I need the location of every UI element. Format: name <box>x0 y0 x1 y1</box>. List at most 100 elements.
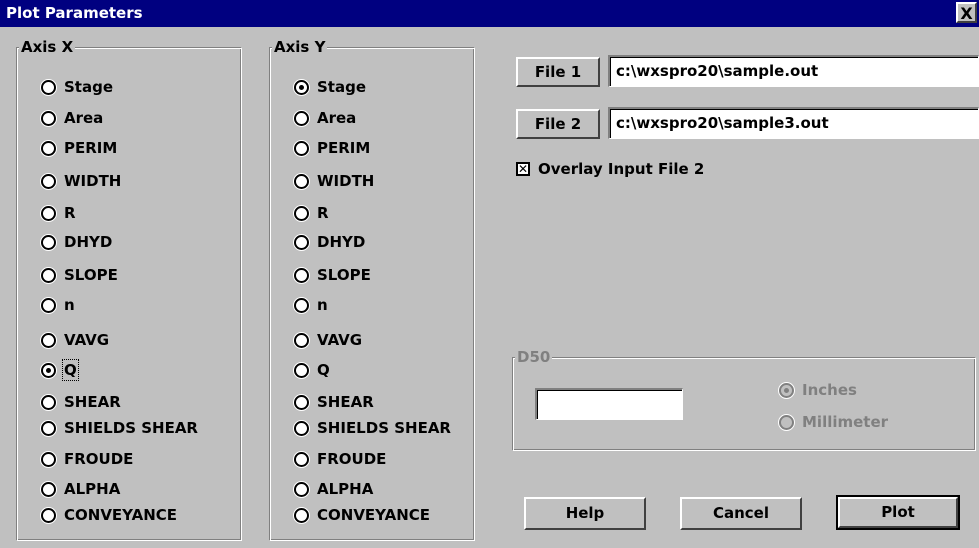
radio-option[interactable]: ALPHA <box>294 478 373 500</box>
close-button[interactable]: X <box>956 2 977 23</box>
d50-input[interactable] <box>535 388 683 420</box>
window-title: Plot Parameters <box>6 4 143 22</box>
radio-option-label: WIDTH <box>317 172 375 190</box>
radio-icon <box>41 205 56 221</box>
radio-icon <box>41 110 56 126</box>
cancel-button[interactable]: Cancel <box>680 497 802 530</box>
radio-option-label: SHEAR <box>317 393 374 411</box>
radio-option-label: n <box>317 296 328 314</box>
radio-option-label: WIDTH <box>64 172 122 190</box>
radio-option-label: FROUDE <box>317 450 387 468</box>
radio-option-label: ALPHA <box>317 480 374 498</box>
radio-option[interactable]: WIDTH <box>41 170 121 192</box>
radio-option[interactable]: SHIELDS SHEAR <box>41 417 198 439</box>
file1-button[interactable]: File 1 <box>516 57 600 87</box>
radio-option[interactable]: Q <box>41 359 79 381</box>
radio-option-label: SLOPE <box>317 266 371 284</box>
radio-option[interactable]: SLOPE <box>41 264 118 286</box>
radio-icon <box>41 79 56 95</box>
radio-icon <box>294 507 309 523</box>
radio-option[interactable]: PERIM <box>41 137 117 159</box>
radio-icon <box>41 267 56 283</box>
radio-option-label: Q <box>317 361 330 379</box>
millimeter-label: Millimeter <box>802 413 889 431</box>
radio-option[interactable]: Q <box>294 359 330 381</box>
file2-button[interactable]: File 2 <box>516 109 600 139</box>
radio-icon <box>41 507 56 523</box>
radio-option[interactable]: SHIELDS SHEAR <box>294 417 451 439</box>
radio-option-label: Area <box>64 109 104 127</box>
radio-option-label: DHYD <box>64 233 113 251</box>
overlay-label: Overlay Input File 2 <box>538 160 705 178</box>
radio-option[interactable]: Stage <box>294 76 366 98</box>
radio-option-label: SHIELDS SHEAR <box>317 419 451 437</box>
checkbox-check-icon: ✕ <box>516 162 530 176</box>
radio-icon <box>41 140 56 156</box>
inches-radio[interactable]: Inches <box>779 379 857 401</box>
radio-option[interactable]: R <box>41 202 76 224</box>
inches-label: Inches <box>802 381 857 399</box>
radio-option-label: DHYD <box>317 233 366 251</box>
file1-path-field[interactable]: c:\wxspro20\sample.out <box>608 55 979 87</box>
d50-legend: D50 <box>515 348 553 366</box>
radio-option[interactable]: R <box>294 202 329 224</box>
radio-option[interactable]: SHEAR <box>41 391 121 413</box>
plot-button[interactable]: Plot <box>836 495 960 530</box>
radio-icon <box>294 394 309 410</box>
radio-icon <box>294 173 309 189</box>
radio-option[interactable]: PERIM <box>294 137 370 159</box>
radio-option-label: PERIM <box>64 139 118 157</box>
radio-option[interactable]: n <box>294 294 328 316</box>
radio-option[interactable]: DHYD <box>41 231 112 253</box>
radio-option[interactable]: VAVG <box>41 329 109 351</box>
file2-path-field[interactable]: c:\wxspro20\sample3.out <box>608 107 979 139</box>
radio-icon <box>41 362 56 378</box>
axis-x-group: Axis X Stage Area PERIM WIDTH R DHYD SLOPE n VAV… <box>16 38 242 541</box>
radio-icon <box>294 79 309 95</box>
radio-icon <box>41 394 56 410</box>
radio-option[interactable]: VAVG <box>294 329 362 351</box>
radio-option[interactable]: CONVEYANCE <box>41 504 177 526</box>
radio-option[interactable]: SLOPE <box>294 264 371 286</box>
radio-icon <box>779 382 794 398</box>
radio-option-label: ALPHA <box>64 480 121 498</box>
radio-option[interactable]: FROUDE <box>294 448 386 470</box>
radio-option[interactable]: DHYD <box>294 231 365 253</box>
radio-icon <box>294 362 309 378</box>
radio-option-label: CONVEYANCE <box>64 506 178 524</box>
radio-option[interactable]: SHEAR <box>294 391 374 413</box>
help-button[interactable]: Help <box>524 497 646 530</box>
radio-option-label: Stage <box>317 78 367 96</box>
title-bar: Plot Parameters X <box>0 0 979 27</box>
radio-option-label: CONVEYANCE <box>317 506 431 524</box>
radio-option-label: Q <box>62 359 79 381</box>
radio-option[interactable]: WIDTH <box>294 170 374 192</box>
overlay-checkbox[interactable]: ✕ Overlay Input File 2 <box>516 160 704 178</box>
radio-option[interactable]: Stage <box>41 76 113 98</box>
radio-option[interactable]: ALPHA <box>41 478 120 500</box>
radio-option-label: SLOPE <box>64 266 118 284</box>
radio-icon <box>294 481 309 497</box>
radio-option[interactable]: FROUDE <box>41 448 133 470</box>
radio-icon <box>41 451 56 467</box>
radio-option[interactable]: CONVEYANCE <box>294 504 430 526</box>
radio-icon <box>41 297 56 313</box>
radio-icon <box>41 234 56 250</box>
axis-y-legend: Axis Y <box>272 38 328 56</box>
radio-icon <box>294 234 309 250</box>
radio-option-label: Stage <box>64 78 114 96</box>
d50-group: D50 Inches Millimeter <box>512 348 976 451</box>
radio-option-label: PERIM <box>317 139 371 157</box>
radio-option-label: Area <box>317 109 357 127</box>
radio-option-label: n <box>64 296 75 314</box>
radio-icon <box>294 110 309 126</box>
axis-x-legend: Axis X <box>19 38 76 56</box>
radio-option[interactable]: Area <box>294 107 356 129</box>
radio-icon <box>41 173 56 189</box>
radio-icon <box>41 332 56 348</box>
radio-option[interactable]: Area <box>41 107 103 129</box>
radio-option-label: R <box>64 204 76 222</box>
radio-option[interactable]: n <box>41 294 75 316</box>
millimeter-radio[interactable]: Millimeter <box>779 411 888 433</box>
radio-option-label: VAVG <box>64 331 110 349</box>
